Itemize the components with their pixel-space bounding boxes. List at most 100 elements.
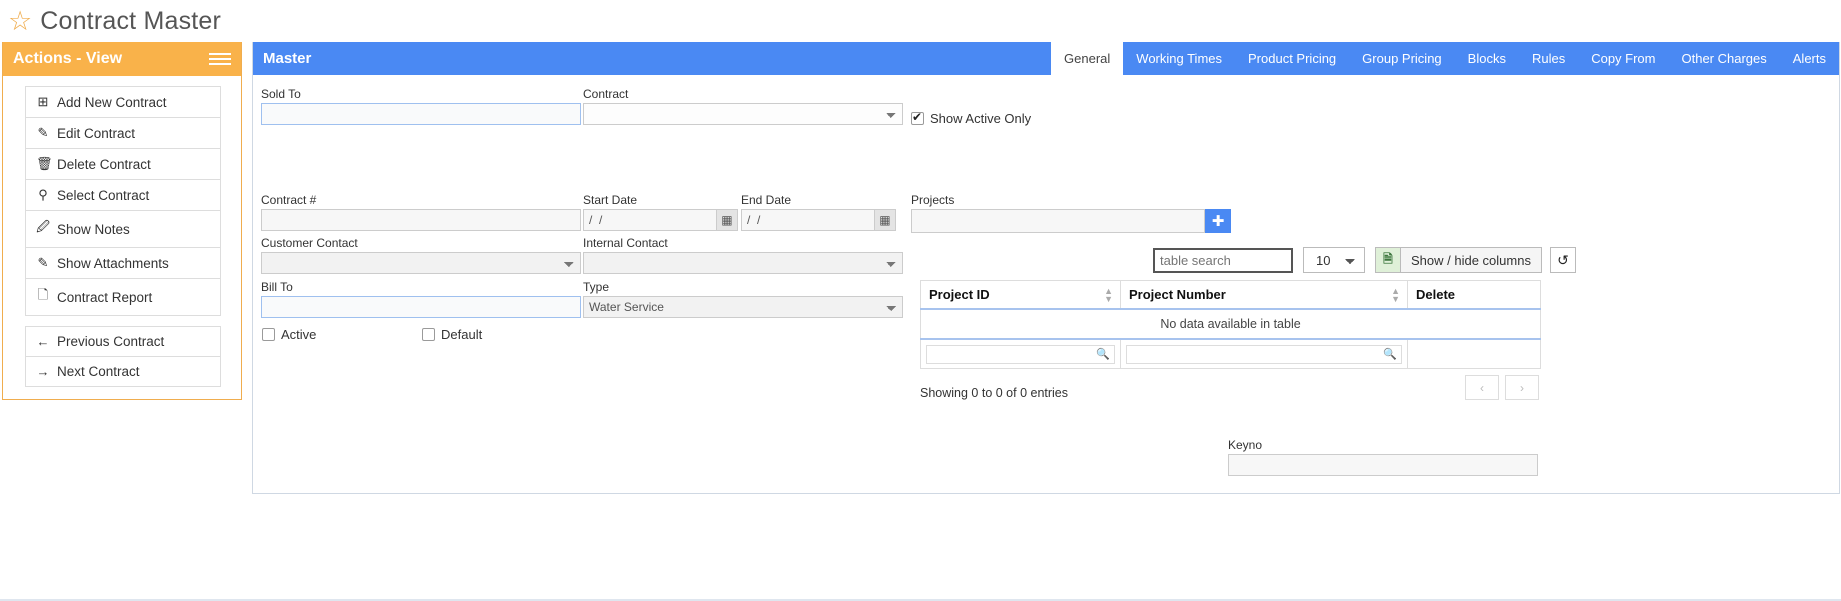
table-header-row: Project ID ▲ ▼ Project Number ▲ ▼ Delete xyxy=(920,280,1541,310)
tab-working-times[interactable]: Working Times xyxy=(1123,42,1235,75)
tab-other-charges[interactable]: Other Charges xyxy=(1669,42,1780,75)
table-empty-row: No data available in table xyxy=(920,308,1541,340)
field-projects: Projects ✚ xyxy=(911,193,1231,233)
show-active-only-label: Show Active Only xyxy=(930,111,1032,126)
contract-number-input[interactable] xyxy=(261,209,581,231)
excel-icon[interactable]: 🗎 xyxy=(1375,247,1401,273)
trash-icon: 🗑 xyxy=(36,156,53,171)
sidebar-item-show-notes[interactable]: 🖉 Show Notes xyxy=(26,211,220,248)
customer-contact-select[interactable] xyxy=(261,252,581,274)
column-header-project-id[interactable]: Project ID ▲ ▼ xyxy=(920,280,1121,310)
table-pagination: ‹ › xyxy=(1465,375,1539,400)
filter-input-project-id[interactable] xyxy=(926,344,1115,364)
contract-select[interactable] xyxy=(583,103,903,125)
calendar-icon[interactable]: ▦ xyxy=(873,209,896,231)
paperclip-icon: ✎ xyxy=(37,255,49,270)
field-contract-number: Contract # xyxy=(261,193,581,231)
tab-group-pricing[interactable]: Group Pricing xyxy=(1349,42,1454,75)
tab-bar: Master General Working Times Product Pri… xyxy=(253,42,1839,75)
end-date-input[interactable] xyxy=(741,209,874,231)
default-label: Default xyxy=(441,327,483,342)
show-hide-columns-button[interactable]: Show / hide columns xyxy=(1401,247,1542,273)
table-search-input[interactable] xyxy=(1153,247,1293,273)
sidebar-item-previous-contract[interactable]: ← Previous Contract xyxy=(26,327,220,357)
tab-general[interactable]: General xyxy=(1051,42,1124,75)
default-row[interactable]: Default xyxy=(422,327,482,342)
app-root: ☆ Contract Master Actions - View ⊞ Add N… xyxy=(0,0,1841,601)
active-row[interactable]: Active xyxy=(262,327,316,342)
filter-cell-project-number: 🔍 xyxy=(1120,338,1408,369)
column-header-project-number[interactable]: Project Number ▲ ▼ xyxy=(1120,280,1408,310)
show-active-only-checkbox[interactable] xyxy=(911,110,924,125)
hamburger-icon[interactable] xyxy=(209,53,231,65)
plus-square-icon: ⊞ xyxy=(37,94,49,109)
tab-rules[interactable]: Rules xyxy=(1519,42,1578,75)
column-header-delete[interactable]: Delete xyxy=(1407,280,1541,310)
default-checkbox[interactable] xyxy=(422,328,435,341)
tab-blocks[interactable]: Blocks xyxy=(1455,42,1519,75)
sidebar-item-add-new-contract[interactable]: ⊞ Add New Contract xyxy=(26,87,220,118)
projects-table: Project ID ▲▼ Project Number ▲▼ Delete xyxy=(920,280,1541,369)
field-type: Type Water Service xyxy=(583,280,903,318)
column-label: Project Number xyxy=(1129,287,1226,302)
file-report-icon: 🗋 xyxy=(37,287,49,302)
filter-cell-project-id: 🔍 xyxy=(920,338,1121,369)
keyno-input[interactable] xyxy=(1228,454,1538,476)
chevron-right-icon[interactable]: › xyxy=(1505,375,1539,400)
sidebar-item-show-attachments[interactable]: ✎ Show Attachments xyxy=(26,248,220,279)
table-info: Showing 0 to 0 of 0 entries xyxy=(920,386,1069,400)
sidebar-item-contract-report[interactable]: 🗋 Contract Report xyxy=(26,279,220,316)
plus-icon[interactable]: ✚ xyxy=(1205,209,1231,233)
page-header: ☆ Contract Master xyxy=(0,0,1841,42)
show-active-only-row[interactable]: Show Active Only xyxy=(911,110,1032,126)
page-length-select[interactable]: 10 xyxy=(1303,247,1365,273)
edit-note-icon: 🖉 xyxy=(36,219,50,234)
table-filter-row: 🔍 🔍 xyxy=(920,338,1541,369)
customer-contact-label: Customer Contact xyxy=(261,236,358,250)
sold-to-label: Sold To xyxy=(261,87,301,101)
sidebar-item-delete-contract[interactable]: 🗑 Delete Contract xyxy=(26,149,220,180)
active-label: Active xyxy=(281,327,317,342)
start-date-input[interactable] xyxy=(583,209,716,231)
field-internal-contact: Internal Contact xyxy=(583,236,903,274)
tab-copy-from[interactable]: Copy From xyxy=(1578,42,1668,75)
magnifier-icon: 🔍 xyxy=(1096,348,1110,361)
column-label: Project ID xyxy=(929,287,990,302)
tab-alerts[interactable]: Alerts xyxy=(1780,42,1839,75)
field-sold-to: Sold To xyxy=(261,87,581,125)
field-start-date: Start Date ▦ xyxy=(583,193,738,231)
calendar-icon[interactable]: ▦ xyxy=(715,209,738,231)
sidebar-item-label: Show Attachments xyxy=(57,255,169,271)
sold-to-input[interactable] xyxy=(261,103,581,125)
sidebar-item-select-contract[interactable]: ⚲ Select Contract xyxy=(26,180,220,211)
sort-icon[interactable]: ▲ ▼ xyxy=(1104,286,1113,303)
sidebar-item-label: Contract Report xyxy=(57,289,153,305)
bill-to-input[interactable] xyxy=(261,296,581,318)
internal-contact-select[interactable] xyxy=(583,252,903,274)
contract-label: Contract xyxy=(583,87,629,101)
filter-input-project-number[interactable] xyxy=(1126,344,1402,364)
sidebar-menu-group-navigation: ← Previous Contract → Next Contract xyxy=(25,326,221,387)
field-end-date: End Date ▦ xyxy=(741,193,896,231)
type-select[interactable]: Water Service xyxy=(583,296,903,318)
projects-label: Projects xyxy=(911,193,955,207)
actions-sidebar: Actions - View ⊞ Add New Contract ✎ Edit… xyxy=(2,42,242,400)
sidebar-item-edit-contract[interactable]: ✎ Edit Contract xyxy=(26,118,220,149)
tab-content-general: Sold To Contract Show Active Only Contra… xyxy=(253,75,1839,494)
sidebar-item-next-contract[interactable]: → Next Contract xyxy=(26,357,220,387)
sidebar-menu-group-primary: ⊞ Add New Contract ✎ Edit Contract 🗑 Del… xyxy=(25,86,221,316)
table-toolbar: 10 🗎 Show / hide columns ↺ xyxy=(1153,247,1576,273)
sort-icon[interactable]: ▲ ▼ xyxy=(1391,286,1400,303)
sidebar-item-label: Next Contract xyxy=(57,364,140,379)
active-checkbox[interactable] xyxy=(262,328,275,341)
tab-product-pricing[interactable]: Product Pricing xyxy=(1235,42,1349,75)
sidebar-title: Actions - View xyxy=(13,50,123,67)
star-icon[interactable]: ☆ xyxy=(8,7,32,35)
bill-to-label: Bill To xyxy=(261,280,293,294)
keyno-label: Keyno xyxy=(1228,438,1263,452)
pin-icon: ⚲ xyxy=(38,187,48,202)
chevron-left-icon[interactable]: ‹ xyxy=(1465,375,1499,400)
reload-icon[interactable]: ↺ xyxy=(1549,247,1576,273)
projects-input[interactable] xyxy=(911,209,1206,233)
filter-cell-delete xyxy=(1407,338,1541,369)
